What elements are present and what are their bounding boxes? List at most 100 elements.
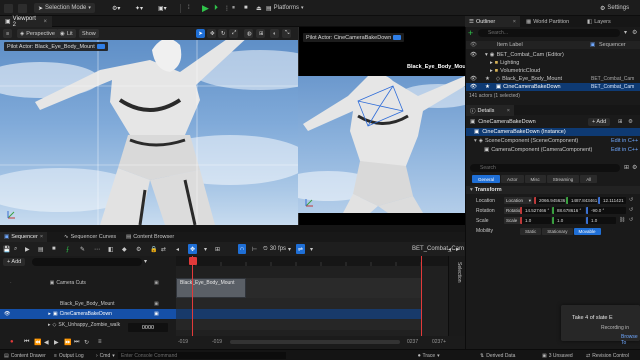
stop-button[interactable]: ■ — [244, 3, 248, 13]
sequencer-timeline[interactable]: Black_Eye_Body_Mount — [176, 256, 448, 336]
scale-x-field[interactable]: 1.0 — [520, 217, 551, 224]
component-row[interactable]: ▣ CameraComponent (CameraComponent) Edit… — [466, 146, 640, 154]
tab-outliner[interactable]: ☰ Outliner × — [465, 16, 520, 27]
simulate-button[interactable]: ⏵ — [214, 3, 218, 13]
reset-arrow-icon[interactable]: ↺ — [629, 217, 633, 223]
record-icon[interactable]: ● — [10, 339, 14, 345]
track-search-input[interactable] — [32, 258, 142, 266]
tab-layers[interactable]: ◧ Layers — [583, 16, 615, 27]
tools-icon[interactable]: ✎ — [80, 244, 85, 254]
show-button[interactable]: Show — [79, 29, 99, 38]
visibility-icon[interactable]: 👁 — [4, 311, 10, 317]
playback-options-icon[interactable]: ▾ — [310, 244, 313, 254]
list-item[interactable]: 👁 ▾ ◉ BET_Combat_Cam (Editor) — [466, 51, 640, 59]
filter-icon[interactable]: ▾ — [144, 258, 147, 265]
camera-icon[interactable]: ■ — [52, 244, 56, 254]
time-ruler[interactable] — [176, 256, 448, 266]
rotation-x-field[interactable]: 14.527466 ° — [520, 207, 551, 214]
magnet-toggle[interactable]: ∩ — [238, 244, 247, 254]
rotate-icon[interactable]: ↻ — [218, 29, 227, 38]
location-y-field[interactable]: 1487.843461 — [566, 197, 597, 204]
play-reverse-icon[interactable]: ◀ — [44, 339, 49, 346]
sync-icon[interactable]: ⇄ — [161, 244, 166, 254]
component-instance-row[interactable]: ▣ CineCameraBakeDown (Instance) — [466, 128, 640, 136]
tab-content-browser[interactable]: ▤ Content Browser — [122, 232, 178, 242]
location-z-field[interactable]: 12.111421 — [598, 197, 626, 204]
loop-icon[interactable]: ⊞ — [215, 244, 220, 254]
tab-details[interactable]: ⓘ Details × — [466, 105, 514, 116]
scale-y-field[interactable]: 1.0 — [552, 217, 585, 224]
toggle-icon[interactable]: ⁞ — [188, 3, 190, 13]
key-icon[interactable]: ◆ — [122, 244, 127, 254]
visibility-icon[interactable]: 👁 — [470, 76, 477, 82]
filter-all[interactable]: All — [580, 175, 598, 183]
reset-arrow-icon[interactable]: ↺ — [629, 207, 633, 213]
filter-misc[interactable]: Misc — [524, 175, 546, 183]
track-row[interactable]: Black_Eye_Body_Mount ▣ — [0, 299, 176, 309]
lock-scale-icon[interactable]: ⛓ — [619, 217, 625, 223]
prev-key-icon[interactable]: ◂ — [176, 244, 179, 254]
cinematics-icon[interactable]: ▣▾ — [158, 3, 167, 13]
actor-name[interactable]: CineCameraBakeDown — [478, 119, 535, 125]
fx-icon[interactable]: ⨍ — [66, 244, 69, 254]
camera-icon[interactable] — [393, 35, 402, 40]
to-start-icon[interactable]: ⏮ — [24, 339, 29, 346]
snap-toggle[interactable]: ✥ — [188, 244, 198, 254]
viewport-menu-button[interactable]: ≡ — [3, 29, 13, 38]
derived-data-button[interactable]: ⇅ Derived Data — [480, 350, 515, 360]
secondary-viewport[interactable] — [298, 76, 465, 213]
find-icon[interactable]: ⌕ — [14, 244, 17, 254]
reset-arrow-icon[interactable]: ↺ — [629, 197, 633, 203]
camera-toggle-icon[interactable]: ▣ — [154, 280, 159, 286]
unsaved-button[interactable]: ▣ 3 Unsaved — [542, 350, 573, 360]
tab-viewport-2[interactable]: ▣ Viewport 2 × — [0, 16, 52, 28]
playhead-handle[interactable] — [189, 257, 197, 265]
rotation-y-field[interactable]: 88.678616 ° — [552, 207, 585, 214]
add-content-icon[interactable]: ⚙▾ — [112, 3, 120, 13]
lit-button[interactable]: ◉ Lit — [57, 29, 76, 38]
eject-button[interactable]: ⏏ — [256, 3, 262, 13]
ruler-icon[interactable]: ⊢ — [252, 244, 257, 254]
chevron-down-icon[interactable]: ▾ — [485, 52, 488, 58]
tab-world-partition[interactable]: ▦ World Partition — [522, 16, 573, 27]
list-item[interactable]: ▸ ■ VolumetricCloud — [466, 67, 640, 75]
camera-icon[interactable] — [96, 44, 105, 49]
pin-icon[interactable]: ★ — [485, 84, 490, 90]
perspective-button[interactable]: ◈ Perspective — [17, 29, 58, 38]
snap-options-icon[interactable]: ▾ — [204, 244, 207, 254]
platforms-dropdown[interactable]: ▤ Platforms ▾ — [263, 3, 307, 13]
save-sequence-icon[interactable]: 💾 — [3, 244, 10, 254]
to-end-icon[interactable]: ⏭ — [74, 339, 79, 346]
scale-z-field[interactable]: 1.0 — [586, 217, 616, 224]
timeline-scrollbar[interactable] — [230, 340, 400, 344]
main-viewport[interactable]: Pilot Actor: Black_Eye_Body_Mount — [0, 40, 298, 225]
add-component-button[interactable]: + Add — [588, 117, 611, 126]
location-x-field[interactable]: 2066.945636 — [534, 197, 565, 204]
filter-general[interactable]: General — [472, 175, 501, 183]
clapper-icon[interactable]: ▤ — [38, 244, 44, 254]
camera-toggle-icon[interactable]: ▣ — [154, 311, 159, 317]
lock-icon[interactable]: ⚙ — [632, 164, 637, 171]
chevron-right-icon[interactable]: ▸ — [490, 60, 493, 66]
camera-speed-icon[interactable]: ◐ — [270, 29, 279, 38]
revision-control-button[interactable]: ⇄ Revision Control — [586, 350, 629, 360]
nav-back-icon[interactable]: ◂ — [448, 244, 451, 254]
visibility-icon[interactable]: 👁 — [470, 52, 477, 58]
filter-actor[interactable]: Actor — [501, 175, 524, 183]
selection-mode-dropdown[interactable]: ➤ Selection Mode ▾ — [34, 3, 95, 13]
track-row[interactable]: · ▣ Camera Cuts ▣ — [0, 278, 176, 288]
details-settings-icon[interactable]: ⚙ — [628, 119, 633, 125]
add-track-button[interactable]: + Add — [3, 258, 26, 266]
chevron-down-icon[interactable]: ▾ — [474, 138, 477, 144]
tab-sequencer-curves[interactable]: ∿ Sequencer Curves — [60, 232, 120, 242]
outliner-search-input[interactable]: Search... — [478, 29, 620, 37]
fps-dropdown[interactable]: ⏲ 30 fps ▾ — [263, 244, 291, 254]
filter-icon[interactable]: ▾ — [624, 29, 627, 36]
options-icon[interactable]: ≡ — [98, 339, 102, 345]
details-options-icon[interactable]: ⊞ — [618, 119, 623, 125]
modes-icon[interactable] — [18, 3, 27, 13]
chevron-right-icon[interactable]: ▸ — [48, 322, 51, 328]
select-mode-icon[interactable]: ➤ — [196, 29, 205, 38]
scale-icon[interactable]: ⤢ — [229, 29, 238, 38]
pin-icon[interactable]: ★ — [485, 76, 490, 82]
